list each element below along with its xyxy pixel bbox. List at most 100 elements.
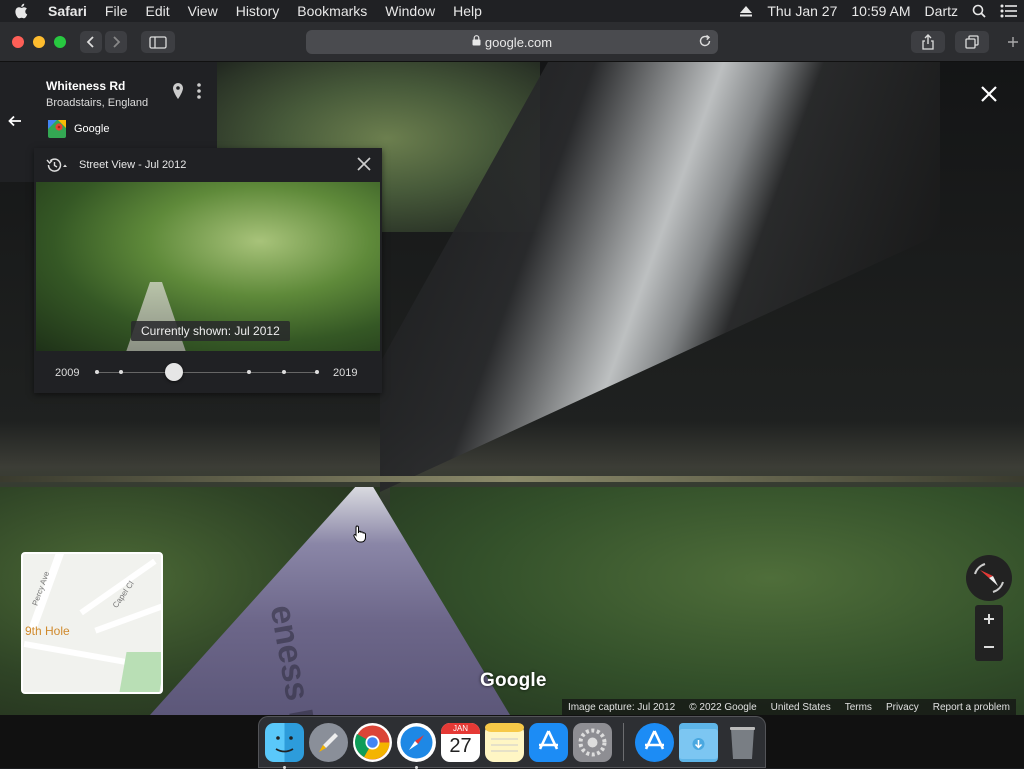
zoom-out-button[interactable]: [975, 633, 1003, 661]
chevron-left-icon: [86, 36, 94, 48]
finder-icon[interactable]: [265, 722, 304, 769]
historical-image-thumbnail[interactable]: Currently shown: Jul 2012: [36, 182, 380, 351]
new-tab-button[interactable]: [1002, 31, 1024, 53]
timeline-slider-knob[interactable]: [165, 363, 183, 381]
address-bar[interactable]: google.com: [306, 30, 718, 54]
google-maps-icon: [48, 120, 66, 138]
finder-face-icon: [275, 735, 294, 752]
calendar-icon[interactable]: JAN 27: [441, 722, 480, 762]
provider-attribution: Google: [48, 120, 109, 138]
minimap[interactable]: Percy Ave Capel Cl 9th Hole: [21, 552, 163, 694]
notes-lines-icon: [485, 722, 524, 751]
window-close-button[interactable]: [12, 36, 24, 48]
time-travel-panel: Street View - Jul 2012 Currently shown: …: [34, 148, 382, 393]
app-store-downloads-icon[interactable]: [635, 722, 674, 762]
running-indicator: [415, 765, 418, 769]
safari-icon[interactable]: [397, 722, 436, 769]
place-title: Whiteness Rd: [46, 79, 126, 93]
tabs-icon: [965, 35, 979, 49]
horizon-band: [0, 476, 1024, 482]
gear-icon: [578, 728, 607, 756]
chrome-logo-icon: [355, 725, 390, 759]
dock-separator: [623, 723, 624, 761]
time-travel-header[interactable]: Street View - Jul 2012: [34, 148, 382, 181]
menu-help[interactable]: Help: [453, 3, 482, 19]
minus-icon: [984, 646, 994, 648]
menu-edit[interactable]: Edit: [145, 3, 169, 19]
app-store-a-icon: [644, 729, 665, 750]
close-street-view-icon[interactable]: [978, 83, 1000, 105]
image-capture-date: Image capture: Jul 2012: [567, 701, 676, 713]
sidebar-toggle-button[interactable]: [141, 31, 175, 53]
back-arrow-icon[interactable]: [8, 115, 22, 127]
menu-history[interactable]: History: [236, 3, 280, 19]
downloads-folder-icon[interactable]: [679, 722, 718, 762]
timeline-tick[interactable]: [282, 370, 286, 374]
trash-can-icon: [730, 726, 755, 759]
share-icon: [922, 34, 934, 50]
more-vertical-icon[interactable]: [196, 82, 202, 100]
minimap-poi-label[interactable]: 9th Hole: [25, 624, 70, 638]
plus-icon: [984, 614, 994, 624]
launchpad-icon[interactable]: [309, 722, 348, 762]
menu-view[interactable]: View: [188, 3, 218, 19]
window-minimize-button[interactable]: [33, 36, 45, 48]
zoom-in-button[interactable]: [975, 605, 1003, 633]
timeline-tick[interactable]: [95, 370, 99, 374]
spotlight-search-icon[interactable]: [972, 4, 986, 18]
tab-overview-button[interactable]: [955, 31, 989, 53]
back-button[interactable]: [80, 31, 102, 53]
safari-compass-icon: [400, 726, 433, 758]
dock: JAN 27: [258, 716, 766, 769]
menu-bookmarks[interactable]: Bookmarks: [297, 3, 367, 19]
status-area: Thu Jan 27 10:59 AM Dartz: [739, 3, 1018, 19]
place-subtitle: Broadstairs, England: [46, 97, 149, 109]
menu-app-safari[interactable]: Safari: [48, 3, 87, 19]
trash-icon[interactable]: [723, 723, 762, 762]
running-indicator: [283, 765, 286, 769]
notes-icon[interactable]: [485, 722, 524, 762]
privacy-link[interactable]: Privacy: [886, 702, 919, 713]
browser-toolbar: google.com: [0, 22, 1024, 62]
region-link[interactable]: United States: [771, 702, 831, 713]
timeline-start-year: 2009: [55, 367, 80, 379]
menu-file[interactable]: File: [105, 3, 128, 19]
timeline-tick[interactable]: [315, 370, 319, 374]
app-store-a-icon: [538, 729, 559, 750]
app-store-icon[interactable]: [529, 722, 568, 762]
user-name[interactable]: Dartz: [925, 3, 958, 19]
calendar-month: JAN: [441, 722, 480, 734]
close-icon[interactable]: [356, 156, 372, 172]
menu-bar: Safari File Edit View History Bookmarks …: [0, 0, 1024, 22]
forward-button[interactable]: [105, 31, 127, 53]
timeline-tick[interactable]: [246, 370, 251, 374]
chrome-icon[interactable]: [353, 722, 392, 762]
minimap-park-area: [119, 652, 161, 692]
location-pin-icon[interactable]: [172, 82, 184, 100]
apple-icon[interactable]: [14, 3, 28, 19]
timeline-slider[interactable]: [95, 363, 319, 381]
clock-time[interactable]: 10:59 AM: [851, 3, 910, 19]
window-zoom-button[interactable]: [54, 36, 66, 48]
street-view-panorama[interactable]: eness Rd Whiteness Rd Broadstairs, Engla…: [0, 62, 1024, 715]
report-problem-link[interactable]: Report a problem: [933, 702, 1010, 713]
clock-date[interactable]: Thu Jan 27: [767, 3, 837, 19]
currently-shown-label: Currently shown: Jul 2012: [131, 321, 290, 341]
control-center-icon[interactable]: [1000, 4, 1018, 18]
minimap-road: [94, 600, 161, 634]
timeline-tick[interactable]: [119, 370, 124, 374]
google-logo: Google: [480, 670, 547, 691]
copyright-text: © 2022 Google: [689, 701, 757, 713]
plus-icon: [1008, 37, 1018, 47]
terms-link[interactable]: Terms: [845, 702, 872, 713]
compass-control[interactable]: [966, 555, 1012, 601]
desktop-bottom: JAN 27: [0, 715, 1024, 769]
eject-icon[interactable]: [739, 5, 753, 17]
chevron-right-icon: [113, 36, 121, 48]
share-button[interactable]: [911, 31, 945, 53]
menu-window[interactable]: Window: [385, 3, 435, 19]
system-preferences-icon[interactable]: [573, 722, 612, 762]
calendar-day: 27: [449, 734, 472, 757]
history-icon[interactable]: [45, 157, 67, 173]
reload-icon[interactable]: [698, 34, 712, 48]
